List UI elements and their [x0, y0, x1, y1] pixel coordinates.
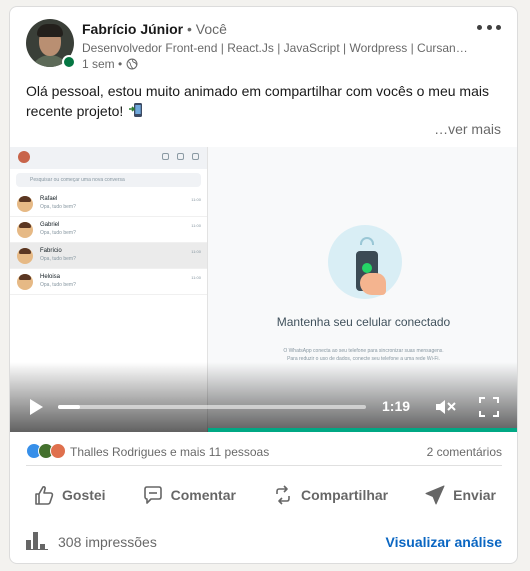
share-label: Compartilhar — [301, 487, 389, 503]
muted-volume-icon[interactable] — [434, 397, 456, 417]
video-profile-avatar — [18, 151, 30, 163]
video-main-title: Mantenha seu celular conectado — [276, 315, 451, 329]
video-time-remaining: 1:19 — [382, 398, 411, 414]
video-chat-header — [10, 147, 207, 169]
repost-icon — [276, 485, 290, 505]
mobile-phone-arrow-icon — [129, 103, 143, 117]
like-label: Gostei — [62, 487, 106, 503]
video-subtitle-line: O WhatsApp conecta ao seu telefone para … — [283, 348, 444, 354]
video-chat-time: 11:00 — [191, 197, 201, 202]
online-status-icon — [62, 55, 76, 69]
post-time: 1 sem • — [82, 57, 123, 71]
video-chat-message: Opa, tudo bem? — [40, 204, 76, 210]
comment-button[interactable]: Comentar — [135, 475, 242, 515]
globe-icon — [126, 58, 138, 70]
video-chat-item: Gabriel Opa, tudo bem? 11:00 — [10, 217, 207, 243]
video-chat-avatar — [17, 274, 33, 290]
video-accent-bar — [208, 428, 517, 432]
video-chat-name: Heloisa — [40, 274, 61, 280]
video-chat-item: Rafael Opa, tudo bem? 11:00 — [10, 191, 207, 217]
video-chat-time: 11:00 — [191, 275, 201, 280]
author-name[interactable]: Fabrício Júnior — [82, 21, 183, 37]
send-icon — [425, 485, 445, 505]
video-chat-item: Heloisa Opa, tudo bem? 11:00 — [10, 269, 207, 295]
video-chat-name: Gabriel — [40, 222, 60, 228]
video-chat-name: Rafael — [40, 196, 58, 202]
video-chat-avatar — [17, 222, 33, 238]
play-icon[interactable] — [26, 397, 46, 417]
video-search-field: Pesquisar ou começar uma nova conversa — [16, 173, 201, 187]
video-hand-illustration — [360, 273, 386, 295]
comment-icon — [143, 486, 162, 504]
connection-degree: • Você — [183, 21, 227, 37]
bar-chart-icon — [26, 532, 48, 550]
social-counts: Thalles Rodrigues e mais 11 pessoas 2 co… — [26, 440, 502, 464]
more-options-icon[interactable] — [477, 19, 501, 35]
send-button[interactable]: Enviar — [417, 475, 502, 515]
comment-label: Comentar — [170, 487, 236, 503]
post-header: Fabrício Júnior • Você Desenvolvedor Fro… — [10, 7, 517, 77]
video-main-subtitle: O WhatsApp conecta ao seu telefone para … — [208, 347, 517, 363]
video-chat-message: Opa, tudo bem? — [40, 282, 76, 288]
video-chat-avatar — [17, 196, 33, 212]
feed-post-card: Fabrício Júnior • Você Desenvolvedor Fro… — [9, 6, 518, 564]
author-name-line: Fabrício Júnior • Você — [82, 21, 227, 37]
post-meta: 1 sem • — [82, 57, 138, 71]
comments-count[interactable]: 2 comentários — [427, 445, 502, 459]
post-actions: Gostei Comentar Compartilhar Enviar — [26, 475, 502, 515]
video-wifi-icon — [360, 237, 374, 245]
post-body-text: Olá pessoal, estou muito animado em comp… — [26, 83, 489, 119]
video-chat-time: 11:00 — [191, 249, 201, 254]
author-headline: Desenvolvedor Front-end | React.Js | Jav… — [82, 41, 472, 55]
divider — [26, 465, 502, 466]
impressions-count: 308 impressões — [58, 534, 157, 550]
love-reaction-icon — [50, 443, 66, 459]
see-more-link[interactable]: …ver mais — [434, 121, 501, 137]
thumbs-up-icon — [35, 486, 54, 505]
view-analytics-link[interactable]: Visualizar análise — [386, 534, 502, 550]
send-label: Enviar — [453, 487, 496, 503]
video-header-icons — [162, 153, 199, 160]
video-chat-time: 11:00 — [191, 223, 201, 228]
video-player[interactable]: Pesquisar ou começar uma nova conversa R… — [10, 147, 517, 432]
fullscreen-icon[interactable] — [479, 397, 499, 417]
video-progress-fill — [58, 405, 80, 409]
share-button[interactable]: Compartilhar — [265, 475, 394, 515]
post-analytics-footer: 308 impressões Visualizar análise — [26, 529, 502, 553]
video-chat-item: Fabrício Opa, tudo bem? 11:00 — [10, 243, 207, 269]
post-text: Olá pessoal, estou muito animado em comp… — [26, 81, 501, 121]
reaction-icons[interactable] — [26, 443, 68, 459]
reactors-text[interactable]: Thalles Rodrigues e mais 11 pessoas — [70, 445, 269, 459]
video-chat-name: Fabrício — [40, 248, 62, 254]
video-chat-message: Opa, tudo bem? — [40, 230, 76, 236]
video-progress-bar[interactable] — [58, 405, 366, 409]
video-chat-message: Opa, tudo bem? — [40, 256, 76, 262]
video-chat-avatar — [17, 248, 33, 264]
like-button[interactable]: Gostei — [26, 475, 112, 515]
